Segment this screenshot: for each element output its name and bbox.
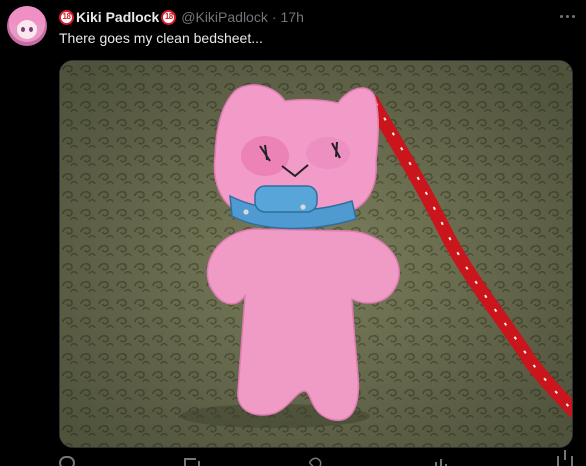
- tweet-text: There goes my clean bedsheet...: [59, 30, 263, 46]
- tweet-image[interactable]: [59, 60, 573, 448]
- age-badge-left: 18: [59, 9, 74, 25]
- reply-button[interactable]: [59, 456, 81, 466]
- age-badge-right: 18: [161, 9, 177, 25]
- avatar-eye-left: [21, 27, 25, 32]
- like-button[interactable]: [308, 455, 330, 466]
- user-handle[interactable]: @KikiPadlock: [181, 9, 268, 25]
- repost-button[interactable]: [183, 456, 206, 466]
- tweet-header: 18 Kiki Padlock 18 @KikiPadlock · 17h: [59, 8, 304, 26]
- avatar[interactable]: [7, 6, 47, 46]
- share-icon: [557, 450, 573, 466]
- views-icon: [433, 456, 449, 466]
- tweet[interactable]: 18 Kiki Padlock 18 @KikiPadlock · 17h Th…: [0, 0, 586, 466]
- plush-photo: [60, 61, 572, 447]
- avatar-face: [17, 20, 37, 39]
- action-bar: [59, 450, 573, 466]
- share-button[interactable]: [557, 450, 573, 466]
- repost-icon: [183, 456, 200, 466]
- separator-dot: ·: [271, 9, 277, 25]
- avatar-eye-right: [29, 27, 33, 32]
- timestamp[interactable]: 17h: [281, 9, 304, 25]
- more-icon[interactable]: [560, 9, 575, 23]
- reply-icon: [59, 456, 75, 466]
- views-button[interactable]: [433, 456, 455, 466]
- like-icon: [308, 455, 324, 466]
- display-name[interactable]: Kiki Padlock: [76, 9, 159, 25]
